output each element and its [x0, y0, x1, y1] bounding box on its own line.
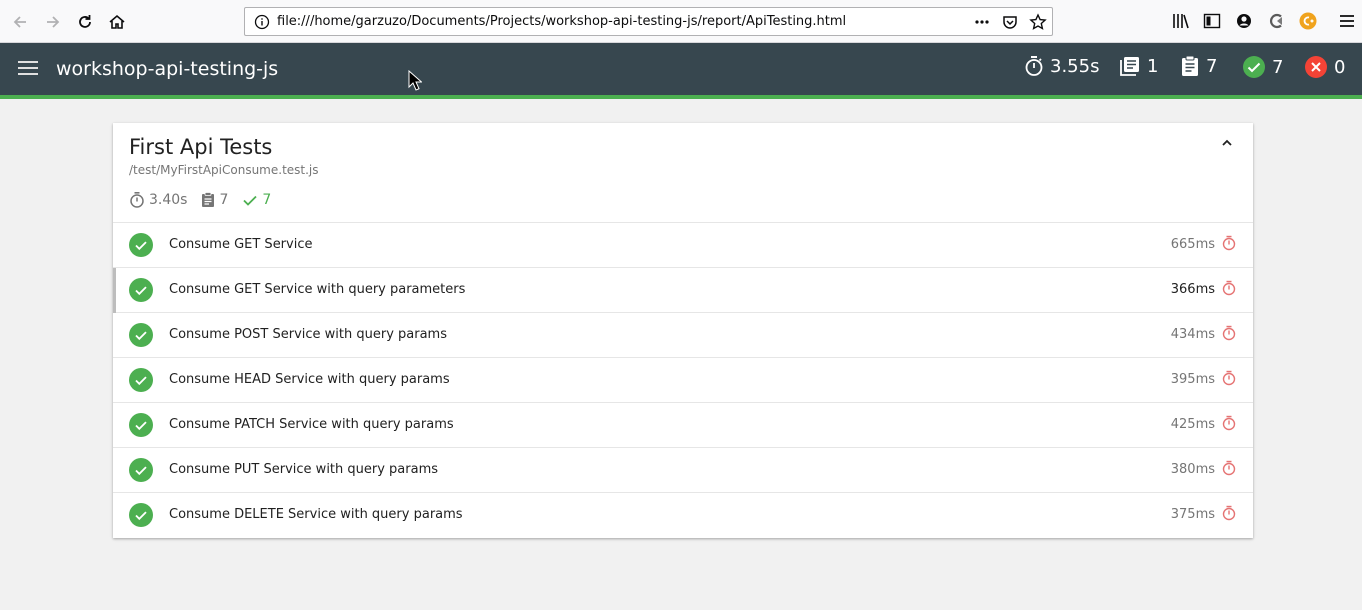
clipboard-icon [202, 192, 215, 207]
suite-duration-value: 3.40s [149, 192, 188, 208]
test-duration: 395ms [1170, 372, 1215, 387]
header-failed: 0 [1304, 55, 1345, 79]
pass-check-icon [129, 413, 153, 437]
info-icon[interactable] [254, 14, 270, 30]
forward-button[interactable] [41, 10, 65, 34]
timer-icon [1222, 460, 1236, 476]
suite-header[interactable]: First Api Tests /test/MyFirstApiConsume.… [113, 123, 1253, 223]
test-duration: 366ms [1170, 282, 1215, 297]
pass-check-icon [129, 368, 153, 392]
hamburger-menu-icon[interactable] [18, 61, 38, 77]
test-row[interactable]: Consume POST Service with query params 4… [113, 313, 1253, 358]
sidebar-icon[interactable] [1202, 11, 1222, 31]
address-bar[interactable]: file:///home/garzuzo/Documents/Projects/… [244, 7, 1053, 36]
check-icon [243, 195, 258, 206]
header-passed-value: 7 [1272, 56, 1284, 78]
header-tests-value: 7 [1206, 55, 1218, 77]
home-icon [109, 14, 125, 29]
extension-c-icon[interactable] [1266, 11, 1286, 31]
test-row[interactable]: Consume HEAD Service with query params 3… [113, 358, 1253, 403]
back-arrow-icon [13, 16, 26, 28]
timer-icon [1222, 235, 1236, 251]
suite-tests: 7 [201, 192, 228, 208]
header-suites-value: 1 [1147, 55, 1159, 77]
report-title: workshop-api-testing-js [56, 58, 279, 80]
failed-x-icon [1305, 56, 1327, 78]
account-icon[interactable] [1234, 11, 1254, 31]
home-button[interactable] [105, 10, 129, 34]
timer-icon [1222, 325, 1236, 341]
back-button[interactable] [8, 10, 32, 34]
test-row[interactable]: Consume GET Service 665ms [113, 223, 1253, 268]
test-duration: 425ms [1170, 417, 1215, 432]
timer-icon [1222, 415, 1236, 431]
clipboard-icon [1182, 55, 1198, 76]
test-name: Consume POST Service with query params [169, 327, 447, 342]
pocket-icon[interactable] [1001, 13, 1019, 31]
header-passed: 7 [1242, 55, 1283, 79]
browser-toolbar: file:///home/garzuzo/Documents/Projects/… [0, 0, 1362, 43]
passed-check-icon [1243, 56, 1265, 78]
header-tests: 7 [1180, 55, 1217, 77]
test-duration: 375ms [1170, 507, 1215, 522]
library-icon[interactable] [1171, 11, 1191, 31]
suite-passed: 7 [242, 192, 271, 208]
reload-button[interactable] [73, 10, 97, 34]
forward-arrow-icon [47, 16, 60, 28]
pass-check-icon [129, 503, 153, 527]
pass-check-icon [129, 458, 153, 482]
header-duration: 3.55s [1024, 55, 1099, 77]
timer-icon [1222, 370, 1236, 386]
stopwatch-icon [130, 192, 144, 208]
url-text[interactable]: file:///home/garzuzo/Documents/Projects/… [277, 14, 846, 29]
test-duration: 665ms [1170, 237, 1215, 252]
test-row[interactable]: Consume PATCH Service with query params … [113, 403, 1253, 448]
extension-cplus-icon[interactable] [1298, 11, 1318, 31]
suite-duration: 3.40s [129, 191, 187, 209]
pass-check-icon [129, 233, 153, 257]
test-name: Consume DELETE Service with query params [169, 507, 463, 522]
mouse-cursor-icon [408, 70, 422, 91]
suite-stats: 3.40s 7 7 [129, 191, 285, 209]
header-duration-value: 3.55s [1050, 55, 1100, 77]
test-name: Consume PATCH Service with query params [169, 417, 454, 432]
chevron-up-icon[interactable] [1219, 135, 1235, 151]
header-failed-value: 0 [1334, 56, 1346, 78]
pass-check-icon [129, 278, 153, 302]
test-row[interactable]: Consume DELETE Service with query params… [113, 493, 1253, 538]
timer-icon [1222, 280, 1236, 296]
progress-line [0, 95, 1362, 99]
stopwatch-icon [1025, 56, 1043, 76]
test-duration: 380ms [1170, 462, 1215, 477]
test-duration: 434ms [1170, 327, 1215, 342]
suite-passed-value: 7 [262, 192, 272, 208]
reload-icon [79, 15, 91, 28]
test-row[interactable]: Consume PUT Service with query params 38… [113, 448, 1253, 493]
test-list: Consume GET Service 665ms Consume GET Se… [113, 223, 1253, 538]
bookmark-star-icon[interactable] [1029, 13, 1047, 31]
suite-title: First Api Tests [129, 135, 273, 159]
suite-tests-value: 7 [219, 192, 229, 208]
app-menu-icon[interactable] [1337, 11, 1357, 31]
test-name: Consume GET Service [169, 237, 313, 252]
suite-file-path: /test/MyFirstApiConsume.test.js [129, 163, 319, 177]
test-name: Consume GET Service with query parameter… [169, 282, 466, 297]
page-actions-icon[interactable] [973, 13, 991, 31]
report-header: workshop-api-testing-js 3.55s 1 7 7 0 [0, 43, 1362, 99]
timer-icon [1222, 505, 1236, 521]
test-name: Consume PUT Service with query params [169, 462, 439, 477]
test-name: Consume HEAD Service with query params [169, 372, 450, 387]
header-suites: 1 [1119, 55, 1158, 77]
test-row[interactable]: Consume GET Service with query parameter… [113, 268, 1253, 313]
pass-check-icon [129, 323, 153, 347]
suites-icon [1120, 57, 1139, 76]
suite-card: First Api Tests /test/MyFirstApiConsume.… [113, 123, 1253, 538]
